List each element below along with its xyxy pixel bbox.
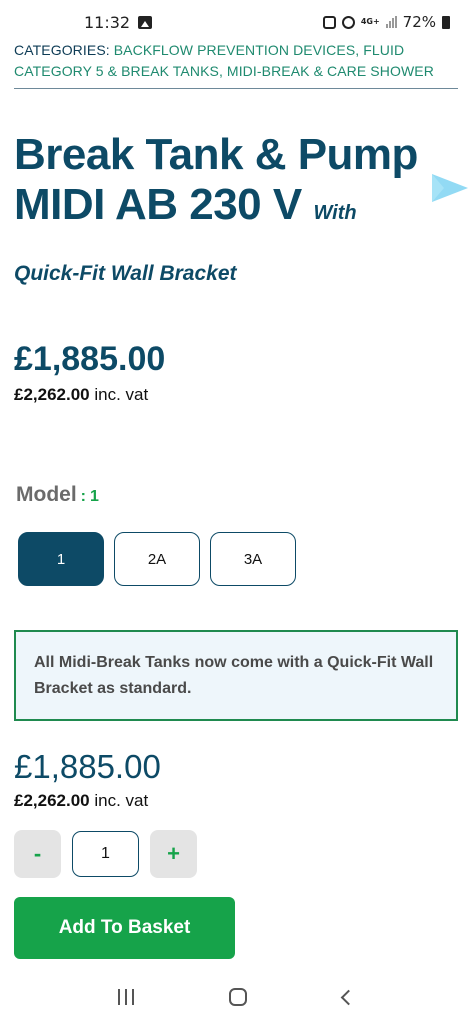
status-bar: 11:32 4G+ 72%	[0, 0, 472, 44]
model-options: 1 2A 3A	[18, 532, 296, 586]
price-bottom: £1,885.00	[14, 748, 161, 785]
quantity-plus-button[interactable]: +	[150, 830, 197, 878]
battery-percent: 72%	[402, 13, 436, 31]
model-option-3a[interactable]: 3A	[210, 532, 296, 586]
add-to-basket-button[interactable]: Add To Basket	[14, 897, 235, 959]
product-title-suffix: With	[313, 202, 357, 224]
clock: 11:32	[84, 12, 131, 32]
price-inc-amount: £2,262.00	[14, 385, 90, 404]
divider	[14, 88, 458, 89]
alarm-icon	[341, 15, 355, 29]
price-inc-vat: £2,262.00 inc. vat	[14, 385, 148, 405]
model-option-2a[interactable]: 2A	[114, 532, 200, 586]
funnel-icon[interactable]	[430, 168, 470, 208]
quantity-input[interactable]: 1	[72, 831, 139, 877]
recents-icon[interactable]	[117, 989, 134, 1005]
product-subtitle: Quick-Fit Wall Bracket	[14, 262, 237, 285]
network-label: 4G+	[360, 17, 380, 26]
price-bottom-inc-vat: £2,262.00 inc. vat	[14, 791, 148, 811]
gallery-icon	[138, 15, 153, 29]
model-option-1[interactable]: 1	[18, 532, 104, 586]
model-label: Model	[16, 483, 77, 506]
categories-breadcrumb: CATEGORIES: BACKFLOW PREVENTION DEVICES,…	[14, 40, 458, 82]
signal-icon	[385, 16, 397, 28]
product-title: Break Tank & Pump MIDI AB 230 V With	[14, 130, 464, 238]
price-inc-label: inc. vat	[89, 385, 149, 404]
quantity-stepper: - 1 +	[14, 830, 197, 878]
status-right: 4G+ 72%	[322, 13, 450, 31]
battery-icon	[442, 15, 450, 29]
home-icon[interactable]	[229, 988, 248, 1006]
status-left: 11:32	[84, 12, 153, 32]
back-icon[interactable]	[340, 989, 357, 1005]
model-selected-value: 1	[90, 488, 99, 505]
price-bottom-inc-label: inc. vat	[89, 791, 149, 810]
model-separator: :	[80, 488, 86, 505]
product-title-main: Break Tank & Pump MIDI AB 230 V	[14, 130, 418, 229]
system-nav-bar	[0, 970, 472, 1024]
model-selector-label: Model : 1	[16, 483, 99, 507]
wall-bracket-notice: All Midi-Break Tanks now come with a Qui…	[14, 630, 458, 721]
lock-icon	[322, 15, 336, 29]
price-bottom-inc-amount: £2,262.00	[14, 791, 90, 810]
price: £1,885.00	[14, 340, 166, 378]
categories-label: CATEGORIES:	[14, 42, 114, 58]
quantity-minus-button[interactable]: -	[14, 830, 61, 878]
